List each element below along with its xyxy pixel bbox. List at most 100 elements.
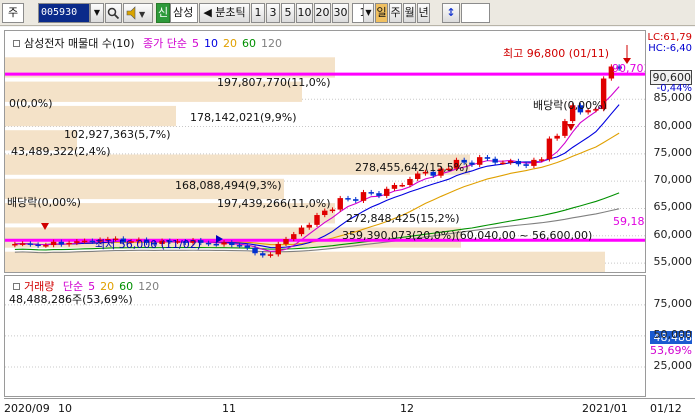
search-icon[interactable] <box>105 3 122 23</box>
x-axis-label: 11 <box>222 402 236 415</box>
price-axis-tick: 75,000 <box>653 145 693 159</box>
dividend-left-note: 배당락(0,00%) <box>7 196 81 209</box>
legend-checkbox-icon[interactable] <box>13 40 20 47</box>
period-button-1[interactable]: 1 <box>251 3 265 23</box>
month-button[interactable]: 월 <box>403 3 416 23</box>
volume-legend-checkbox-icon[interactable] <box>13 283 20 290</box>
candle-body <box>205 242 212 245</box>
candle-body <box>58 241 65 245</box>
price-axis-tick: 85,000 <box>653 91 693 105</box>
volume-profile-label: 0(0,0%) <box>9 97 53 110</box>
volume-value-label: 48,488,286주(53,69%) <box>9 293 133 306</box>
price-legend: 삼성전자 매물대 수(10) 종가 단순 5 10 20 60 120 <box>13 35 287 51</box>
extra-input[interactable] <box>461 3 490 23</box>
candle-body <box>376 193 382 196</box>
candle-body <box>562 121 568 136</box>
candle-body <box>19 243 26 245</box>
upper-level-label: 90,703 <box>612 62 645 75</box>
candle-body <box>229 242 235 246</box>
market-label: 주 <box>7 6 19 19</box>
price-legend-title: 삼성전자 매물대 수(10) <box>24 37 135 50</box>
count-dropdown-icon[interactable]: ▼ <box>363 3 374 23</box>
candle-body <box>27 243 34 245</box>
candle-body <box>322 210 328 216</box>
candle-body <box>391 184 398 189</box>
candle-body <box>267 254 274 256</box>
volume-profile-label: 43,489,322(2,4%) <box>11 145 111 158</box>
candle-body <box>314 215 320 225</box>
candle-body <box>236 245 243 247</box>
candle-body <box>337 198 343 210</box>
ma120-label: 120 <box>261 37 283 50</box>
candle-body <box>384 188 390 196</box>
lc-label: LC:61,79 <box>647 32 692 43</box>
x-axis-label: 10 <box>58 402 72 415</box>
x-axis-label: 2020/09 <box>4 402 50 415</box>
x-axis-label: 12 <box>400 402 414 415</box>
dividend-right-note: 배당락(0,00%) <box>533 99 607 112</box>
ma20-label: 20 <box>223 37 238 50</box>
candle-body <box>275 243 281 255</box>
vol-ma120-label: 120 <box>138 280 160 293</box>
lower-level-label: 59,188 <box>613 215 645 228</box>
candle-body <box>515 160 522 165</box>
volume-profile-label: 197,439,266(11,0%) <box>217 197 331 210</box>
price-ma-prefix: 종가 단순 <box>143 37 188 50</box>
chart-area: 삼성전자 매물대 수(10) 종가 단순 5 10 20 60 120 최고 96,800… <box>0 27 695 419</box>
candle-body <box>260 253 266 256</box>
candle-body <box>546 138 553 160</box>
current-volume-pct-tag: 53,69% <box>650 344 692 357</box>
volume-profile-label: 197,807,770(11,0%) <box>217 76 331 89</box>
volume-profile-label: 272,848,425(15,2%) <box>346 212 460 225</box>
candle-body <box>221 242 227 245</box>
candle-body <box>43 245 49 247</box>
candle-body <box>50 241 57 246</box>
period-button-30[interactable]: 30 <box>332 3 349 23</box>
candle-body <box>492 158 498 163</box>
volume-pane[interactable]: 거래량 단순 5 20 60 120 48,488,286주(53,69%) <box>4 275 646 397</box>
candle-body <box>538 159 545 161</box>
candle-body <box>554 135 560 139</box>
period-button-10[interactable]: 10 <box>296 3 313 23</box>
volume-profile-label: 359,390,073(20,0%)(60,040,00 ~ 56,600,00… <box>342 229 593 242</box>
x-axis-label: 2021/01 <box>582 402 628 415</box>
candle-body <box>399 184 405 187</box>
stock-code-value: 005930 <box>41 7 78 18</box>
candle-body <box>353 199 359 201</box>
period-button-3[interactable]: 3 <box>266 3 280 23</box>
candle-body <box>12 243 18 246</box>
candle-body <box>74 241 80 243</box>
ma60-label: 60 <box>242 37 257 50</box>
price-axis-tick: 80,000 <box>653 118 693 132</box>
volume-axis: 48,488 53,69% 75,000 50,000 25,000 <box>646 275 695 397</box>
period-tick-button[interactable]: ◀ 분초틱 <box>199 3 250 23</box>
period-button-5[interactable]: 5 <box>281 3 295 23</box>
sound-icon[interactable]: ▼ <box>123 3 153 23</box>
chart-toolbar: 주 005930 ▼ ▼ 신 삼성 ◀ 분초틱 1 3 5 10 20 30 1… <box>0 0 695 26</box>
high-price-note: 최고 96,800 (01/11) <box>503 47 610 60</box>
period-button-20[interactable]: 20 <box>314 3 331 23</box>
day-button[interactable]: 일 <box>375 3 388 23</box>
market-select[interactable]: 주 <box>2 3 24 23</box>
stock-code-input[interactable]: 005930 <box>38 3 90 23</box>
hc-label: HC:-6,40 <box>648 43 692 54</box>
name-badge: 신 <box>156 3 170 23</box>
price-pane[interactable]: 삼성전자 매물대 수(10) 종가 단순 5 10 20 60 120 최고 96,800… <box>4 30 646 273</box>
year-button[interactable]: 년 <box>417 3 430 23</box>
code-dropdown-icon[interactable]: ▼ <box>90 3 104 23</box>
week-button[interactable]: 주 <box>389 3 402 23</box>
volume-axis-tick: 75,000 <box>653 296 693 310</box>
sort-updown-icon[interactable]: ↕ <box>442 3 460 23</box>
candle-body <box>283 239 289 244</box>
price-axis-tick: 60,000 <box>653 227 693 241</box>
candle-body <box>291 234 297 240</box>
candle-body <box>306 224 312 228</box>
x-axis-label: 01/12 <box>650 402 682 415</box>
price-axis-tick: 70,000 <box>653 173 693 187</box>
candle-body <box>66 242 72 245</box>
volume-profile-bar <box>5 251 605 272</box>
price-axis-tick: 65,000 <box>653 200 693 214</box>
x-axis: 2020/09 10 11 12 2021/01 01/12 <box>4 398 695 419</box>
stock-name-field: 삼성 <box>170 3 198 23</box>
candle-body <box>298 227 305 235</box>
